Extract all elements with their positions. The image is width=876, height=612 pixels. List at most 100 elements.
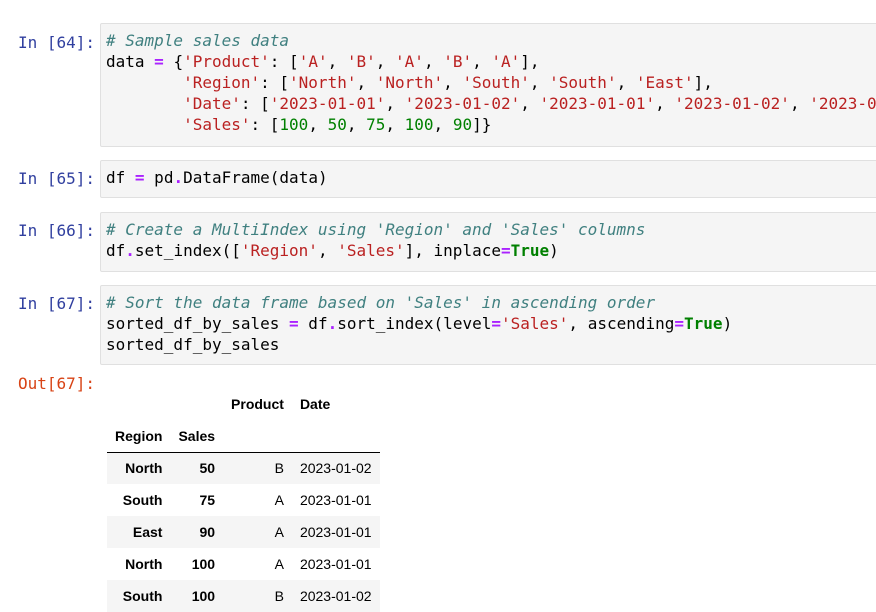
code-token: data (106, 52, 155, 71)
code-token: : [ (240, 94, 270, 113)
code-token: ], (693, 73, 713, 92)
code-token: , (433, 115, 453, 134)
code-token: ) (722, 314, 733, 333)
code-token: . (125, 241, 135, 260)
code-token: : [ (250, 115, 280, 134)
code-token: ], (520, 52, 540, 71)
code-token: = (154, 52, 164, 71)
output-prompt: Out[67]: (17, 374, 95, 393)
code-input[interactable]: # Sample sales data data = {'Product': [… (106, 30, 876, 135)
code-input[interactable]: df = pd.DataFrame(data) (106, 167, 876, 188)
code-token: '2023-0 (809, 94, 876, 113)
code-token: , (385, 115, 405, 134)
code-token: , (529, 73, 550, 92)
cell-date: 2023-01-02 (299, 588, 372, 604)
code-token: , (423, 52, 444, 71)
code-token: 'North' (289, 73, 357, 92)
index-region: South (122, 588, 163, 604)
code-token: 'B' (443, 52, 473, 71)
code-token: , (655, 94, 675, 113)
code-token: , (385, 94, 405, 113)
code-token: True (684, 314, 723, 333)
code-token: , (317, 241, 338, 260)
code-token: 'Sales' (337, 241, 405, 260)
code-token: 'B' (346, 52, 376, 71)
cell-product: A (274, 492, 284, 508)
code-token: , (789, 94, 810, 113)
code-input[interactable]: # Sort the data frame based on 'Sales' i… (106, 292, 876, 355)
column-header-product: Product (231, 396, 284, 412)
code-token: 'Date' (183, 94, 241, 113)
code-token: 50 (327, 115, 347, 134)
code-token: , (616, 73, 636, 92)
code-cell-65[interactable]: df = pd.DataFrame(data) (100, 160, 876, 198)
input-prompt: In [67]: (17, 294, 95, 313)
code-token: 'Sales' (183, 115, 251, 134)
dataframe-output: Product Date Region Sales North 50 B 202… (107, 388, 380, 612)
cell-date: 2023-01-01 (299, 524, 372, 540)
cell-date: 2023-01-01 (299, 556, 372, 572)
code-token: = (289, 314, 299, 333)
code-token: : [ (269, 52, 299, 71)
code-token: 'Region' (183, 73, 261, 92)
table-row: East 90 A 2023-01-01 (107, 516, 380, 548)
table-row: North 50 B 2023-01-02 (107, 452, 380, 484)
code-token: 'South' (462, 73, 530, 92)
table-row: South 75 A 2023-01-01 (107, 484, 380, 516)
code-token: 'A' (298, 52, 328, 71)
code-token: ]} (472, 115, 492, 134)
code-token: . (173, 168, 184, 187)
input-prompt: In [65]: (17, 169, 95, 188)
code-token: , ascending (568, 314, 675, 333)
code-token: sort_index(level (337, 314, 492, 333)
index-sales: 90 (199, 524, 216, 540)
cell-date: 2023-01-01 (299, 492, 372, 508)
index-region: South (122, 492, 163, 508)
index-sales: 75 (199, 492, 216, 508)
code-token: = (491, 314, 501, 333)
code-token: = (674, 314, 685, 333)
code-token: 'Sales' (500, 314, 569, 333)
code-input[interactable]: # Create a MultiIndex using 'Region' and… (106, 219, 876, 261)
code-token: '2023-01-02' (404, 94, 521, 113)
index-sales: 100 (191, 588, 216, 604)
code-token: 'Region' (240, 241, 318, 260)
code-token: 100 (279, 115, 309, 134)
code-token: 75 (366, 115, 386, 134)
code-token: 'Product' (183, 52, 270, 71)
table-row: South 100 B 2023-01-02 (107, 580, 380, 612)
code-cell-66[interactable]: # Create a MultiIndex using 'Region' and… (100, 212, 876, 272)
code-token: , (346, 115, 367, 134)
code-token: = (134, 168, 145, 187)
code-token: 'South' (549, 73, 617, 92)
code-token: df (106, 168, 135, 187)
code-token: : [ (260, 73, 290, 92)
code-cell-64[interactable]: # Sample sales data data = {'Product': [… (100, 23, 876, 147)
code-token: DataFrame(data) (183, 168, 328, 187)
cell-date: 2023-01-02 (299, 460, 372, 477)
code-token: 'A' (395, 52, 424, 71)
index-region: North (125, 460, 163, 477)
column-header-date: Date (299, 396, 331, 412)
code-token: # Sample sales data (106, 31, 290, 50)
table-row: North 100 A 2023-01-01 (107, 548, 380, 580)
code-token: ) (549, 241, 559, 260)
index-region: East (132, 524, 163, 540)
input-prompt: In [66]: (17, 221, 95, 240)
code-token: sorted_df_by_sales (106, 314, 290, 333)
code-token: , (520, 94, 540, 113)
code-token: , (443, 73, 463, 92)
cell-product: A (274, 556, 284, 572)
cell-product: B (274, 588, 284, 604)
code-token: , (327, 52, 347, 71)
index-sales: 100 (191, 556, 216, 572)
index-sales: 50 (199, 460, 216, 477)
index-name-region: Region (107, 420, 171, 453)
code-cell-67[interactable]: # Sort the data frame based on 'Sales' i… (100, 285, 876, 365)
code-token: set_index([ (134, 241, 241, 260)
code-token: , (375, 52, 396, 71)
index-region: North (125, 556, 163, 572)
code-token: , (308, 115, 328, 134)
